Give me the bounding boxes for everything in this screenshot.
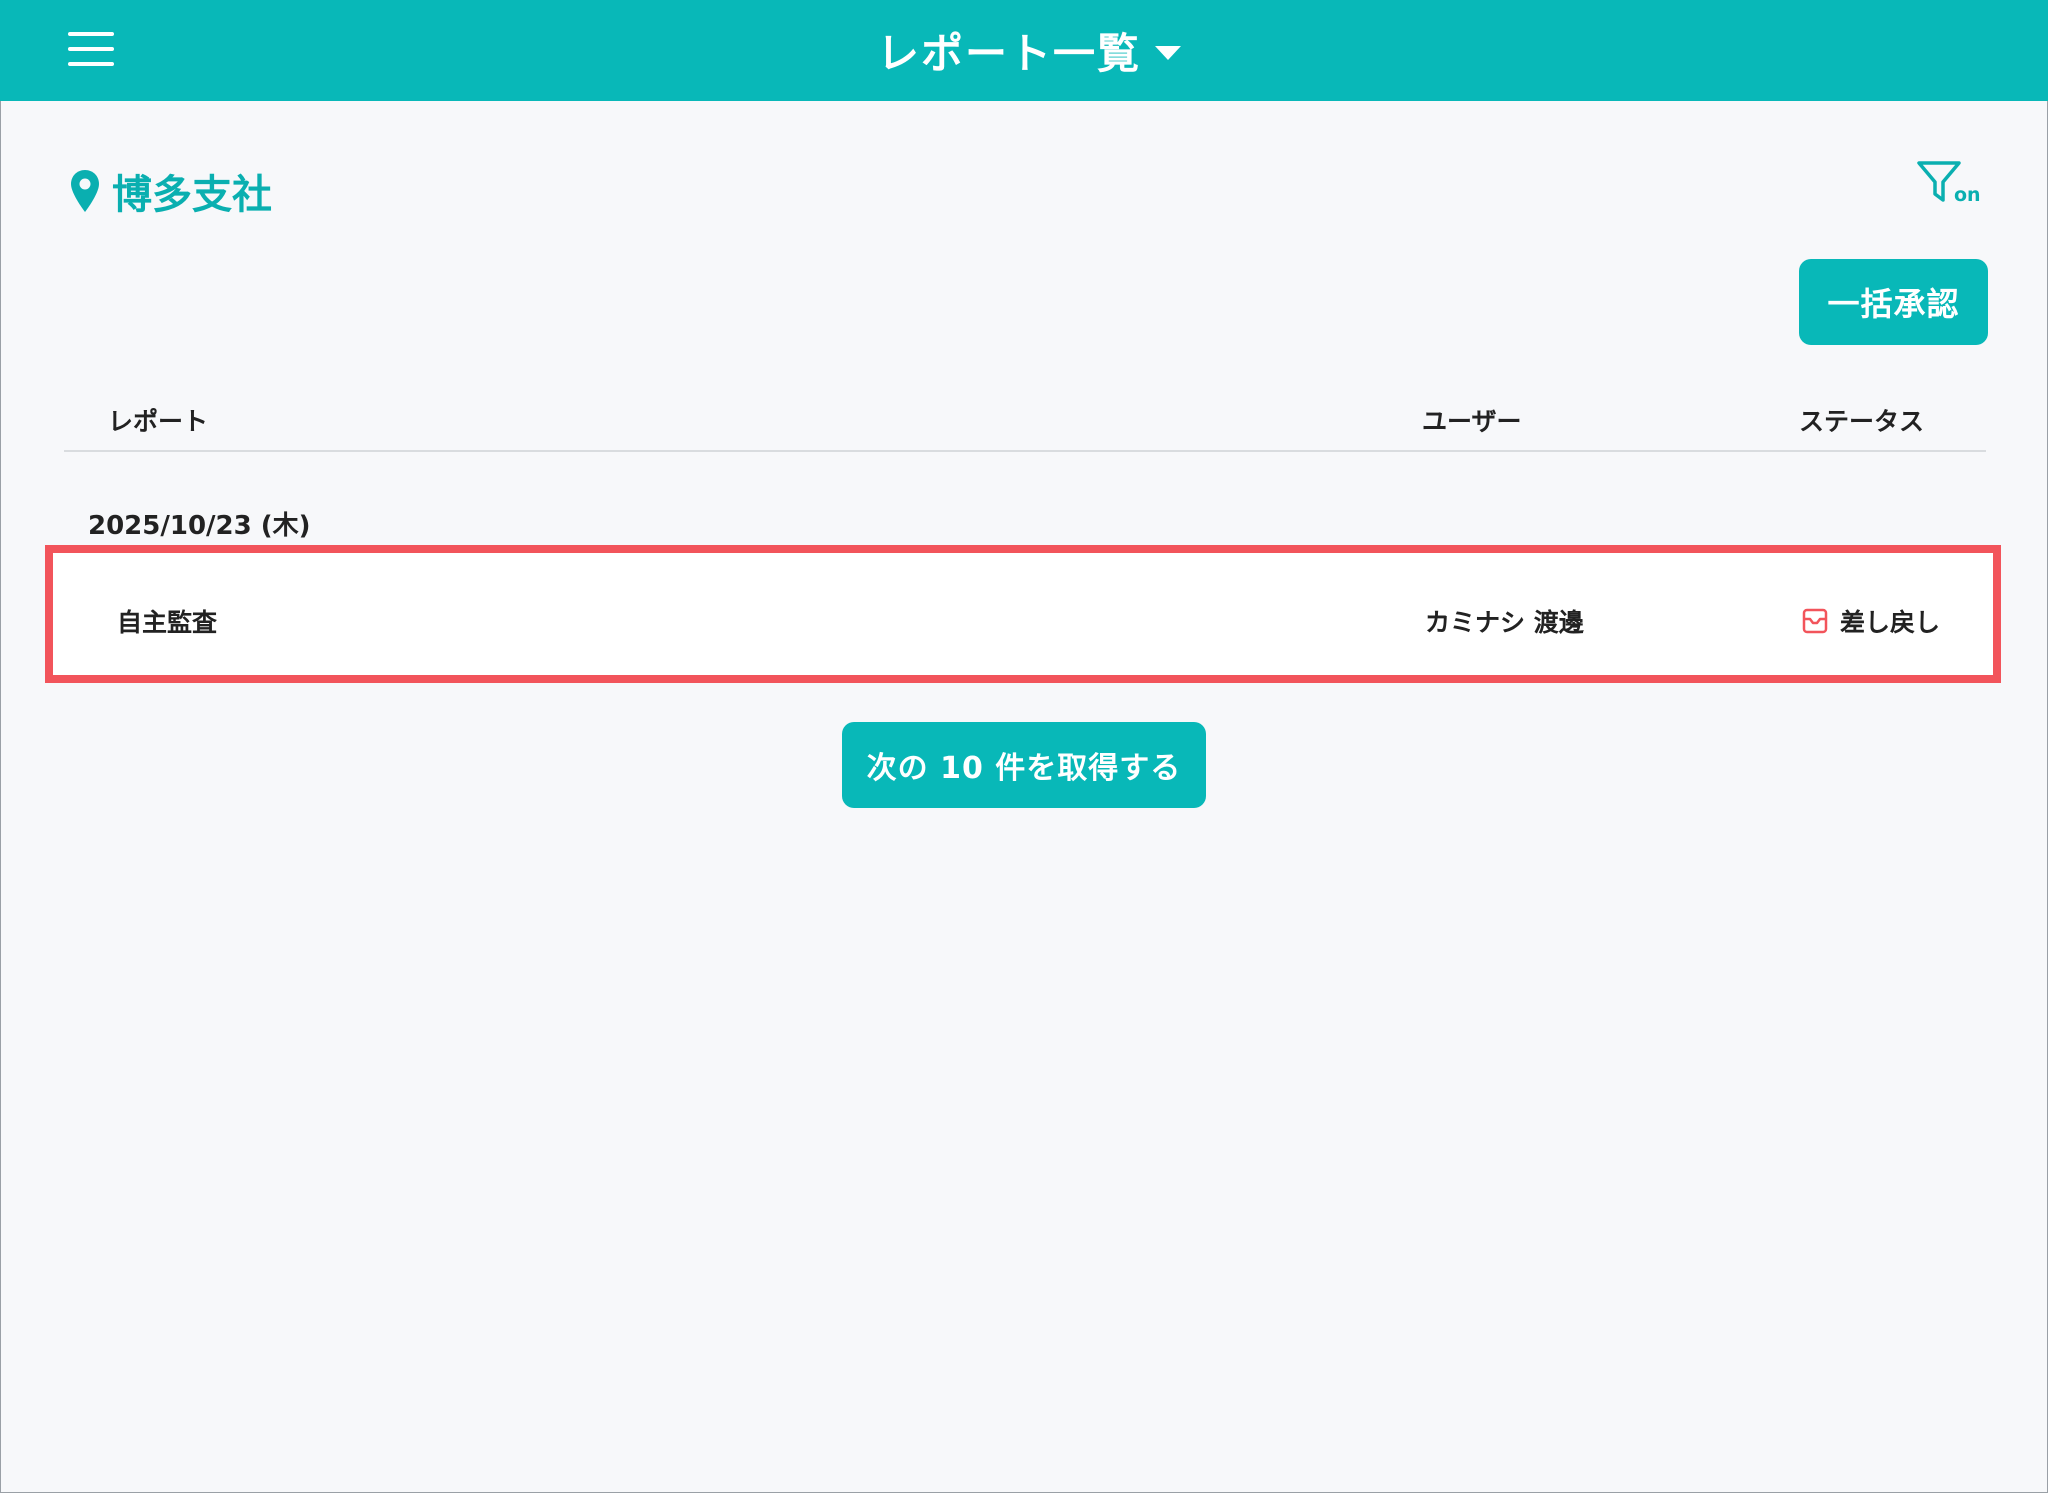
- user-name: カミナシ 渡邊: [1425, 608, 1584, 637]
- date-group-label: 2025/10/23 (木): [88, 511, 311, 541]
- bulk-approve-button[interactable]: 一括承認: [1799, 259, 1988, 345]
- caret-down-icon: [1155, 45, 1181, 60]
- filter-button[interactable]: on: [1916, 160, 1982, 210]
- column-header-user: ユーザー: [1422, 407, 1522, 436]
- table-header: レポート ユーザー ステータス: [64, 398, 1986, 452]
- filter-state-label: on: [1954, 184, 1981, 206]
- map-pin-icon: [71, 170, 99, 212]
- column-header-status: ステータス: [1799, 407, 1925, 436]
- page-title: レポート一覧: [876, 29, 1141, 78]
- page-title-dropdown[interactable]: レポート一覧: [877, 20, 1181, 81]
- status-badge: 差し戻し: [1802, 603, 1940, 639]
- location-name: 博多支社: [112, 172, 272, 218]
- table-row[interactable]: 自主監査 カミナシ 渡邊 差し戻し: [45, 545, 2001, 683]
- report-name: 自主監査: [117, 608, 218, 637]
- app-header: レポート一覧: [0, 0, 2048, 101]
- location-label: 博多支社: [70, 162, 272, 220]
- status-text: 差し戻し: [1840, 608, 1941, 637]
- load-more-button[interactable]: 次の 10 件を取得する: [842, 722, 1206, 808]
- hamburger-menu-icon[interactable]: [68, 32, 114, 66]
- column-header-report: レポート: [108, 407, 209, 436]
- inbox-return-icon: [1802, 608, 1828, 634]
